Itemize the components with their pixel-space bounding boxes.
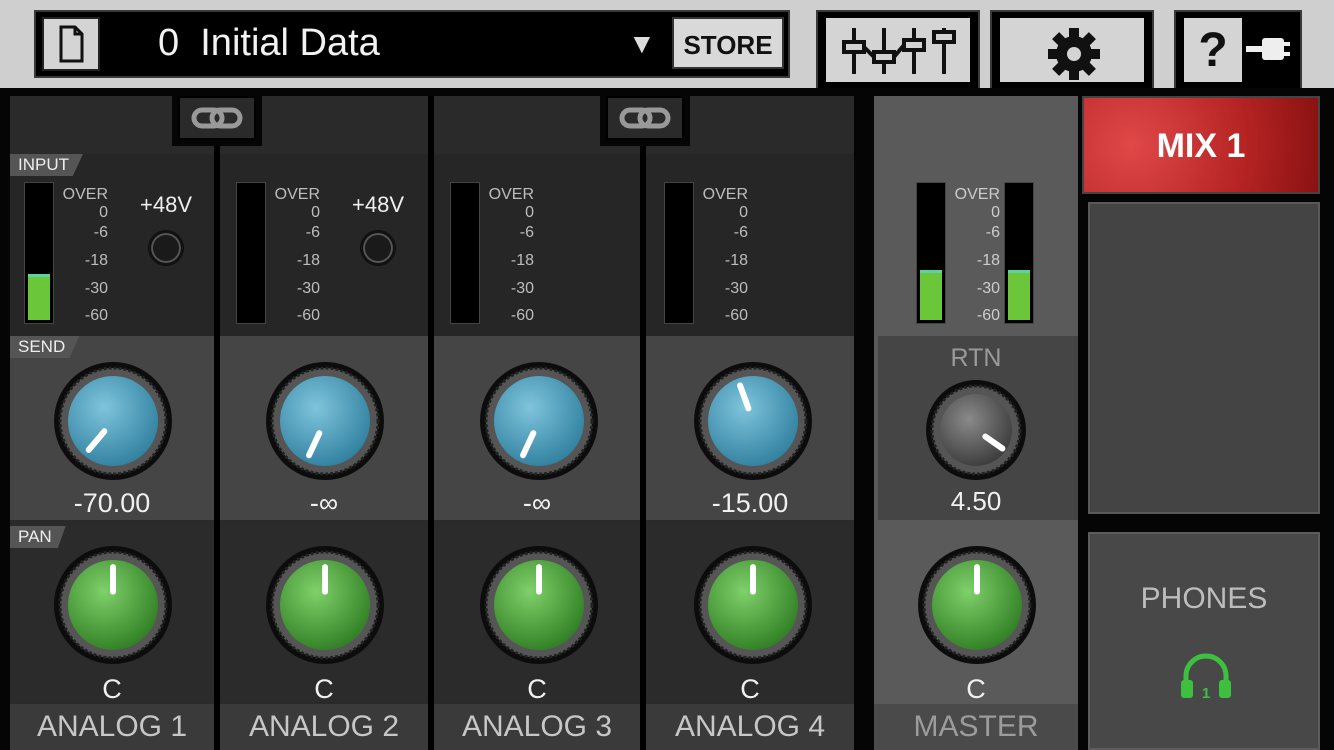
phones-button[interactable]: PHONES 1 [1088, 532, 1320, 750]
mixer-faders-icon [842, 28, 956, 74]
pan-knob[interactable] [52, 544, 174, 671]
master-strip: OVER 0 -6 -18 -30 -60 RTN 4.50 C MASTER [874, 96, 1078, 750]
help-icon: ? [1198, 23, 1228, 77]
store-button[interactable]: STORE [672, 17, 784, 69]
stereo-link-button-1-2[interactable] [172, 96, 262, 146]
mixer-view-button[interactable] [816, 10, 980, 88]
rtn-label: RTN [950, 344, 1002, 372]
link-icon [191, 107, 243, 129]
stereo-link-button-3-4[interactable] [600, 96, 690, 146]
send-value: -15.00 [711, 488, 789, 518]
master-pan-value: C [966, 674, 986, 704]
phantom-power-button[interactable] [148, 230, 184, 266]
send-knob[interactable] [52, 360, 174, 487]
channel-strip-analog-3: OVER 0 -6 -18 -30 -60 -∞ C ANALOG 3 [434, 96, 640, 750]
master-name: MASTER [913, 710, 1039, 743]
pan-knob[interactable] [692, 544, 814, 671]
pan-value: C [102, 674, 122, 704]
link-icon [619, 107, 671, 129]
mix-1-button[interactable]: MIX 1 [1082, 96, 1320, 194]
channel-strip-analog-1: INPUT OVER 0 -6 -18 -30 -60 +48V SEND -7… [10, 96, 214, 750]
pan-value: C [527, 674, 547, 704]
send-section-label: SEND [10, 336, 80, 358]
pan-knob[interactable] [264, 544, 386, 671]
phantom-power-button[interactable] [360, 230, 396, 266]
channel-name: ANALOG 1 [36, 710, 188, 743]
phantom-power-label: +48V [352, 192, 404, 217]
settings-button[interactable] [990, 10, 1154, 88]
input-section-label: INPUT [10, 154, 83, 176]
pan-value: C [314, 674, 334, 704]
preset-name[interactable]: 0 Initial Data [158, 22, 380, 65]
send-knob[interactable] [692, 360, 814, 487]
mix-slot-empty[interactable] [1088, 202, 1320, 514]
gear-icon [1048, 28, 1100, 80]
rtn-value: 4.50 [950, 486, 1002, 516]
dropdown-arrow-icon[interactable]: ▼ [628, 28, 656, 60]
document-button[interactable] [42, 17, 100, 71]
pan-knob[interactable] [478, 544, 600, 671]
send-value: -∞ [309, 488, 339, 518]
channel-strip-analog-2: OVER 0 -6 -18 -30 -60 +48V -∞ C ANALOG 2 [220, 96, 428, 750]
channel-name: ANALOG 4 [674, 710, 826, 743]
channel-name: ANALOG 3 [461, 710, 613, 743]
preset-selector[interactable]: 0 Initial Data ▼ STORE [34, 10, 790, 78]
send-knob[interactable] [478, 360, 600, 487]
phones-label: PHONES [1140, 582, 1268, 615]
send-value: -70.00 [73, 488, 151, 518]
rtn-knob[interactable] [924, 378, 1028, 487]
master-meter-right [1004, 182, 1034, 324]
plug-icon [1246, 38, 1290, 60]
document-icon [59, 25, 84, 63]
phantom-power-label: +48V [140, 192, 192, 217]
channel-name: ANALOG 2 [248, 710, 400, 743]
master-pan-knob[interactable] [916, 544, 1038, 671]
send-knob[interactable] [264, 360, 386, 487]
headphones-icon: 1 [1181, 653, 1231, 702]
channel-strip-analog-4: OVER 0 -6 -18 -30 -60 -15.00 C ANALOG 4 [646, 96, 854, 750]
svg-text:1: 1 [1202, 685, 1210, 702]
help-button[interactable]: ? [1174, 10, 1302, 88]
send-value: -∞ [522, 488, 552, 518]
pan-value: C [740, 674, 760, 704]
